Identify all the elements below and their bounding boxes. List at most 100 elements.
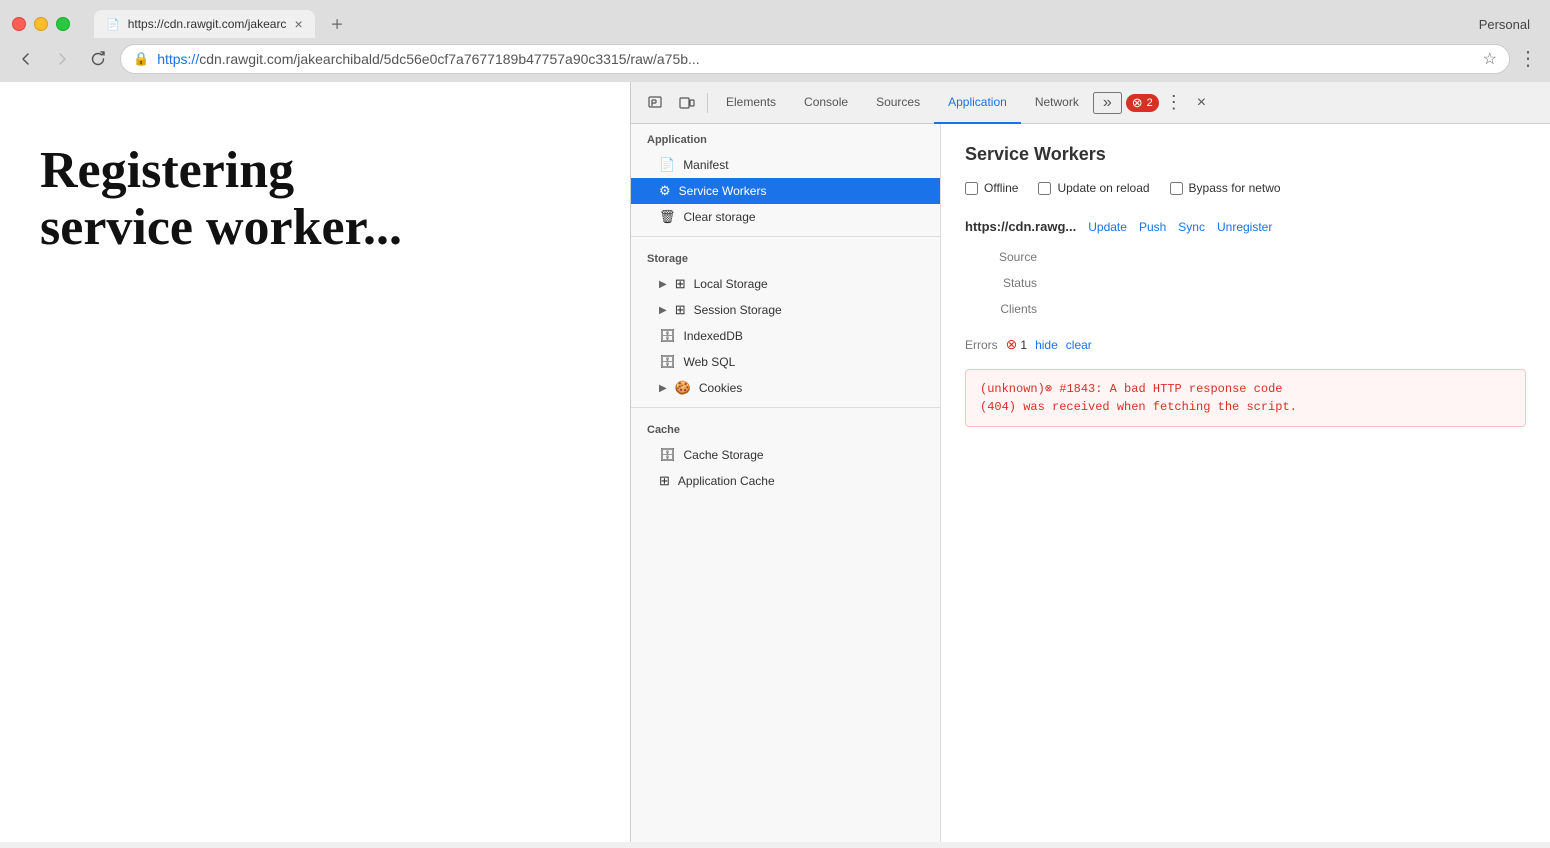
devtools-sidebar: Application 📄 Manifest ⚙ Service Workers… — [631, 124, 941, 842]
sidebar-item-service-workers-label: Service Workers — [679, 184, 767, 198]
sidebar-item-manifest[interactable]: 📄 Manifest — [631, 152, 940, 178]
sw-sync-link[interactable]: Sync — [1178, 220, 1205, 234]
sidebar-divider-1 — [631, 236, 940, 237]
sidebar-item-indexeddb[interactable]: 🗄 IndexedDB — [631, 323, 940, 349]
devtools-tab-bar: Elements Console Sources Application Net… — [631, 82, 1550, 124]
error-badge-count: 2 — [1147, 97, 1153, 109]
tab-title: https://cdn.rawgit.com/jakearc — [128, 17, 287, 31]
cache-storage-icon: 🗄 — [659, 447, 676, 463]
sw-entry: https://cdn.rawg... Update Push Sync Unr… — [965, 219, 1526, 427]
new-tab-button[interactable] — [319, 10, 355, 38]
sw-url: https://cdn.rawg... — [965, 219, 1076, 234]
tab-bar: 📄 https://cdn.rawgit.com/jakearc × — [94, 10, 1471, 38]
address-input[interactable]: 🔒 https://cdn.rawgit.com/jakearchibald/5… — [120, 44, 1510, 74]
main-content: Registering service worker... — [0, 82, 1550, 842]
devtools-body: Application 📄 Manifest ⚙ Service Workers… — [631, 124, 1550, 842]
browser-more-button[interactable]: ⋮ — [1518, 49, 1538, 69]
cache-section-label: Cache — [631, 414, 940, 442]
close-button[interactable] — [12, 17, 26, 31]
devtools-main-panel: Service Workers Offline Update on reload… — [941, 124, 1550, 842]
sidebar-item-cookies[interactable]: ▶ 🍪 Cookies — [631, 375, 940, 401]
cookies-icon: 🍪 — [675, 380, 691, 396]
sidebar-item-clear-storage-label: Clear storage — [684, 210, 756, 224]
manifest-icon: 📄 — [659, 157, 675, 173]
bypass-for-network-checkbox-label[interactable]: Bypass for netwo — [1170, 181, 1281, 195]
sidebar-divider-2 — [631, 407, 940, 408]
clients-label: Clients — [965, 302, 1045, 316]
traffic-lights — [12, 17, 70, 31]
application-cache-icon: ⊞ — [659, 473, 670, 489]
sw-update-link[interactable]: Update — [1088, 220, 1127, 234]
address-text: https://cdn.rawgit.com/jakearchibald/5dc… — [157, 51, 1474, 67]
devtools-panel: Elements Console Sources Application Net… — [630, 82, 1550, 842]
sidebar-item-cache-storage[interactable]: 🗄 Cache Storage — [631, 442, 940, 468]
sidebar-item-clear-storage[interactable]: 🗑 Clear storage — [631, 204, 940, 230]
sw-push-link[interactable]: Push — [1139, 220, 1166, 234]
offline-checkbox[interactable] — [965, 182, 978, 195]
tab-application-label: Application — [948, 95, 1007, 109]
back-button[interactable] — [12, 45, 40, 73]
session-storage-grid-icon: ⊞ — [675, 302, 686, 318]
sidebar-item-session-storage[interactable]: ▶ ⊞ Session Storage — [631, 297, 940, 323]
sidebar-item-local-storage-label: Local Storage — [694, 277, 768, 291]
devtools-more-button[interactable]: ⋮ — [1159, 92, 1189, 113]
tab-console[interactable]: Console — [790, 82, 862, 124]
sidebar-item-service-workers[interactable]: ⚙ Service Workers — [631, 178, 940, 204]
maximize-button[interactable] — [56, 17, 70, 31]
status-label: Status — [965, 276, 1045, 290]
more-tabs-button[interactable]: » — [1093, 92, 1122, 114]
offline-checkbox-label[interactable]: Offline — [965, 181, 1018, 195]
update-on-reload-checkbox[interactable] — [1038, 182, 1051, 195]
tab-elements-label: Elements — [726, 95, 776, 109]
expand-local-storage-icon: ▶ — [659, 279, 667, 290]
page-heading: Registering service worker... — [40, 142, 402, 256]
expand-session-storage-icon: ▶ — [659, 305, 667, 316]
tab-application[interactable]: Application — [934, 82, 1021, 124]
status-value — [1053, 276, 1526, 290]
sidebar-item-application-cache[interactable]: ⊞ Application Cache — [631, 468, 940, 494]
device-toolbar-button[interactable] — [671, 87, 703, 119]
hide-errors-link[interactable]: hide — [1035, 338, 1058, 352]
devtools-close-button[interactable]: × — [1197, 94, 1206, 112]
indexeddb-icon: 🗄 — [659, 328, 676, 344]
heading-line1: Registering — [40, 142, 294, 199]
bookmark-button[interactable]: ☆ — [1483, 49, 1497, 69]
update-on-reload-checkbox-label[interactable]: Update on reload — [1038, 181, 1149, 195]
sw-unregister-link[interactable]: Unregister — [1217, 220, 1272, 234]
tab-favicon-icon: 📄 — [106, 18, 120, 31]
source-label: Source — [965, 250, 1045, 264]
sidebar-item-web-sql-label: Web SQL — [684, 355, 736, 369]
service-workers-icon: ⚙ — [659, 183, 671, 199]
sw-url-row: https://cdn.rawg... Update Push Sync Unr… — [965, 219, 1526, 234]
tab-sources[interactable]: Sources — [862, 82, 934, 124]
forward-button[interactable] — [48, 45, 76, 73]
tab-network-label: Network — [1035, 95, 1079, 109]
errors-row: Errors ⊗ 1 hide clear — [965, 336, 1526, 353]
tab-sources-label: Sources — [876, 95, 920, 109]
tab-network[interactable]: Network — [1021, 82, 1093, 124]
refresh-button[interactable] — [84, 45, 112, 73]
tab-close-button[interactable]: × — [294, 16, 302, 32]
browser-tab[interactable]: 📄 https://cdn.rawgit.com/jakearc × — [94, 10, 315, 38]
sidebar-item-local-storage[interactable]: ▶ ⊞ Local Storage — [631, 271, 940, 297]
error-badge-icon: ⊗ — [1132, 95, 1143, 111]
personal-label: Personal — [1479, 17, 1538, 32]
inspect-element-button[interactable] — [639, 87, 671, 119]
sidebar-item-indexeddb-label: IndexedDB — [684, 329, 743, 343]
checkboxes-row: Offline Update on reload Bypass for netw… — [965, 181, 1526, 195]
clear-errors-link[interactable]: clear — [1066, 338, 1092, 352]
storage-section-label: Storage — [631, 243, 940, 271]
bypass-for-network-checkbox[interactable] — [1170, 182, 1183, 195]
address-path: cdn.rawgit.com/jakearchibald/5dc56e0cf7a… — [199, 51, 699, 67]
application-section-label: Application — [631, 124, 940, 152]
tab-elements[interactable]: Elements — [712, 82, 790, 124]
address-https: https:// — [157, 51, 199, 67]
error-badge: ⊗ 2 — [1126, 94, 1159, 112]
minimize-button[interactable] — [34, 17, 48, 31]
local-storage-grid-icon: ⊞ — [675, 276, 686, 292]
lock-icon: 🔒 — [133, 51, 149, 67]
tab-separator — [707, 93, 708, 113]
errors-count: 1 — [1020, 338, 1027, 352]
errors-label: Errors — [965, 338, 998, 352]
sidebar-item-web-sql[interactable]: 🗄 Web SQL — [631, 349, 940, 375]
